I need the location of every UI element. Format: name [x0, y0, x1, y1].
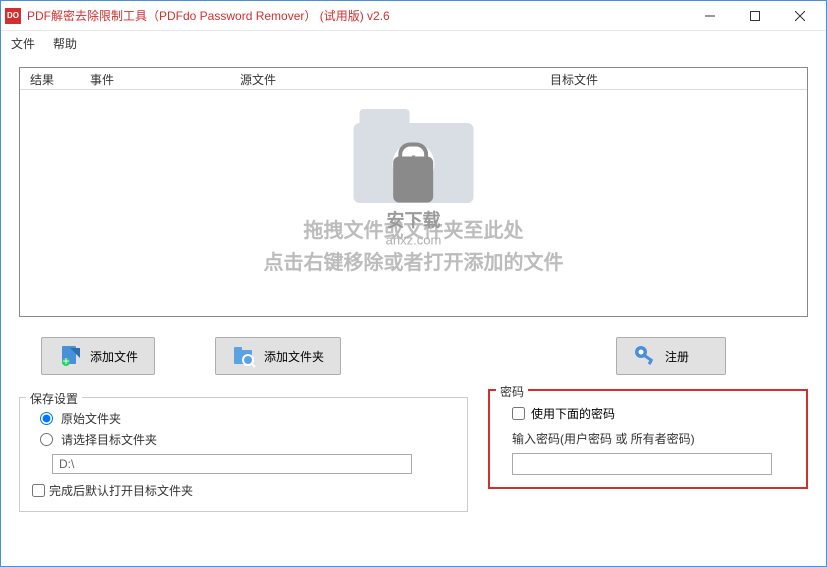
minimize-button[interactable] — [687, 2, 732, 30]
use-password-input[interactable] — [512, 407, 525, 420]
register-label: 注册 — [665, 348, 689, 365]
maximize-button[interactable] — [732, 2, 777, 30]
button-row: + 添加文件 添加文件夹 注册 — [1, 323, 826, 389]
password-input[interactable] — [512, 453, 772, 475]
check-open-input[interactable] — [32, 484, 45, 497]
radio-select-input[interactable] — [40, 433, 53, 446]
window-title: PDF解密去除限制工具（PDFdo Password Remover） (试用版… — [27, 7, 687, 24]
radio-original-label: 原始文件夹 — [61, 410, 121, 427]
use-password-check[interactable]: 使用下面的密码 — [512, 405, 794, 422]
key-icon — [633, 344, 657, 368]
file-list[interactable]: 结果 事件 源文件 目标文件 + 拖拽文件或文件夹至此处 点击右键移除或者打开添… — [19, 67, 808, 317]
col-event[interactable]: 事件 — [80, 68, 230, 89]
add-file-label: 添加文件 — [90, 348, 138, 365]
password-group: 密码 使用下面的密码 输入密码(用户密码 或 所有者密码) — [488, 389, 808, 489]
close-button[interactable] — [777, 2, 822, 30]
list-header: 结果 事件 源文件 目标文件 — [20, 68, 807, 90]
radio-select-folder[interactable]: 请选择目标文件夹 — [40, 431, 455, 448]
check-open-label: 完成后默认打开目标文件夹 — [49, 482, 193, 499]
register-button[interactable]: 注册 — [616, 337, 726, 375]
target-path-input[interactable] — [52, 454, 412, 474]
col-target[interactable]: 目标文件 — [540, 68, 807, 89]
drop-placeholder: + 拖拽文件或文件夹至此处 点击右键移除或者打开添加的文件 — [20, 105, 807, 279]
radio-original-folder[interactable]: 原始文件夹 — [40, 410, 455, 427]
password-entry-label: 输入密码(用户密码 或 所有者密码) — [512, 430, 794, 447]
placeholder-line2: 点击右键移除或者打开添加的文件 — [20, 247, 807, 279]
app-icon: DO — [5, 8, 21, 24]
col-source[interactable]: 源文件 — [230, 68, 540, 89]
svg-text:+: + — [62, 354, 69, 368]
placeholder-line1: 拖拽文件或文件夹至此处 — [20, 215, 807, 247]
save-settings-group: 保存设置 原始文件夹 请选择目标文件夹 完成后默认打开目标文件夹 — [19, 397, 468, 512]
save-legend: 保存设置 — [26, 390, 82, 407]
window-controls — [687, 2, 822, 30]
menu-help[interactable]: 帮助 — [53, 35, 77, 52]
folder-plus-icon: + — [354, 105, 474, 205]
title-bar: DO PDF解密去除限制工具（PDFdo Password Remover） (… — [1, 1, 826, 31]
use-password-label: 使用下面的密码 — [531, 405, 615, 422]
folder-search-icon — [232, 344, 256, 368]
add-file-button[interactable]: + 添加文件 — [41, 337, 155, 375]
add-folder-label: 添加文件夹 — [264, 348, 324, 365]
radio-original-input[interactable] — [40, 412, 53, 425]
add-folder-button[interactable]: 添加文件夹 — [215, 337, 341, 375]
radio-select-label: 请选择目标文件夹 — [61, 431, 157, 448]
menu-bar: 文件 帮助 — [1, 31, 826, 55]
file-add-icon: + — [58, 344, 82, 368]
password-legend: 密码 — [496, 383, 528, 400]
col-result[interactable]: 结果 — [20, 68, 80, 89]
check-open-after[interactable]: 完成后默认打开目标文件夹 — [32, 482, 455, 499]
menu-file[interactable]: 文件 — [11, 35, 35, 52]
